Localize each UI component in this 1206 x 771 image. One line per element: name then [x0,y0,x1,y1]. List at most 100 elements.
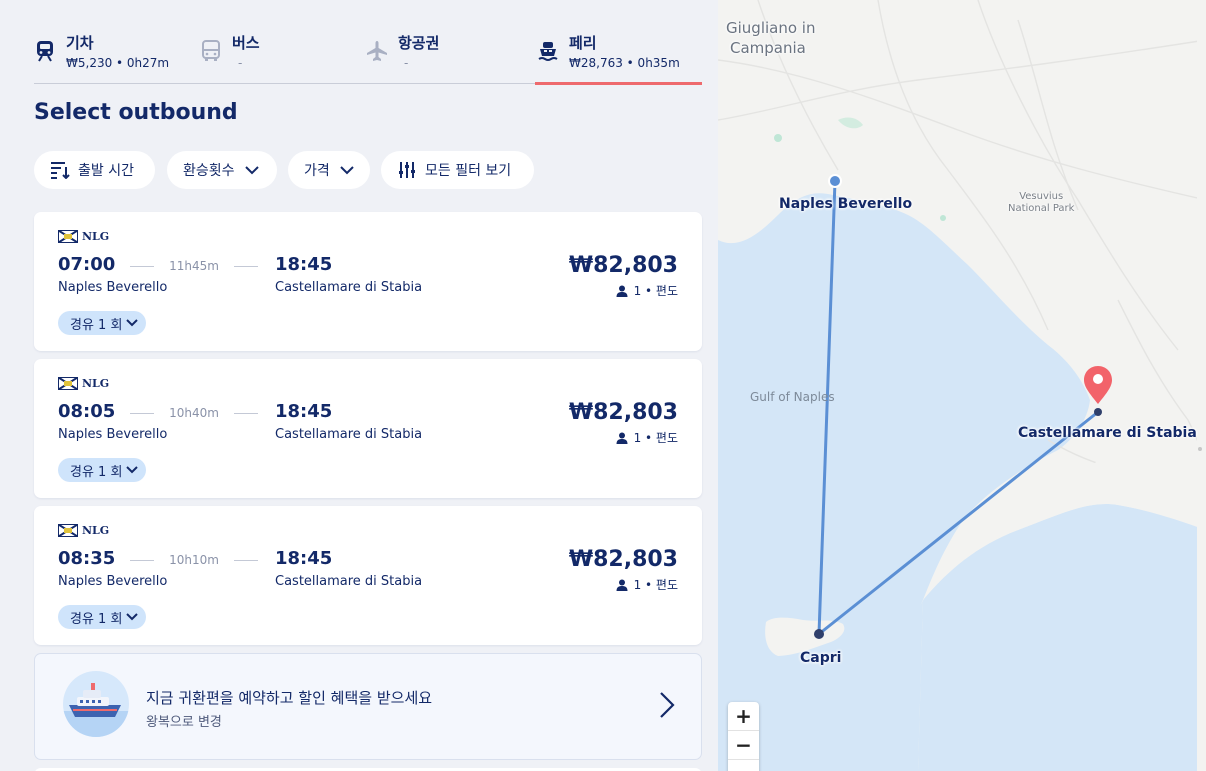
divider [234,560,258,561]
operator-logo-icon [58,229,78,243]
tab-label: 항공권 [398,34,440,52]
duration: 10h10m [169,553,219,567]
promo-subtitle: 왕복으로 변경 [146,715,222,730]
chevron-down-icon [340,163,354,177]
divider [234,413,258,414]
capri-stop-marker [814,629,824,639]
zoom-out-button[interactable]: − [728,731,759,760]
operator-logo-icon [58,523,78,537]
transport-tabs: 기차 ₩5,230 • 0h27m 버스 - 항공권 - 페리 ₩28,763 … [34,26,702,85]
tab-label: 페리 [569,34,597,52]
tab-bus[interactable]: 버스 - [200,26,366,84]
tab-summary: ₩5,230 • 0h27m [66,56,170,70]
map-label-line: Giugliano in [726,19,816,37]
duration: 10h40m [169,406,219,420]
origin-station: Naples Beverello [58,280,168,295]
stops-label: 경유 1 회 [70,317,123,333]
duration: 11h45m [169,259,219,273]
divider [234,266,258,267]
origin-station: Naples Beverello [58,427,168,442]
zoom-in-button[interactable]: + [728,702,759,731]
destination-station: Castellamare di Stabia [275,280,423,295]
map-label-castellamare: Castellamare di Stabia [1018,425,1197,441]
zoom-controls: + − ▲ [728,702,759,771]
tab-plane[interactable]: 항공권 - [366,26,534,84]
operator-name: NLG [82,229,110,243]
divider [130,266,154,267]
passenger-info: 1 • 편도 [616,429,678,446]
destination-station: Castellamare di Stabia [275,427,423,442]
price: ₩82,803 [568,547,678,572]
naples-stop-marker [828,174,842,188]
tab-summary: - [238,56,243,70]
tab-label: 버스 [232,34,260,52]
chevron-down-icon [126,464,139,476]
map-label-giugliano: Giugliano in Campania [726,18,815,58]
castellamare-stop-marker [1094,408,1102,416]
transfers-filter[interactable]: 환승횟수 [167,151,277,189]
sea-area [918,504,1206,771]
destination-station: Castellamare di Stabia [275,574,423,589]
tab-label: 기차 [66,34,94,52]
tab-ferry[interactable]: 페리 ₩28,763 • 0h35m [535,26,702,85]
sort-icon [50,160,70,180]
filter-label: 가격 [304,163,330,179]
ferry-illustration [63,671,129,737]
result-card[interactable]: NLG 07:00 11h45m 18:45 Naples Beverello … [34,212,702,351]
route-map[interactable]: Giugliano in Campania Naples Beverello V… [718,0,1206,771]
operator-name: NLG [82,523,110,537]
filter-label: 환승횟수 [183,163,235,179]
result-card[interactable]: NLG 08:05 10h40m 18:45 Naples Beverello … [34,359,702,498]
train-icon [34,40,56,62]
map-label-line: Campania [730,39,806,57]
plane-icon [366,40,388,62]
sliders-icon [397,160,417,180]
stops-badge[interactable]: 경유 1 회 [58,311,147,335]
filter-label: 모든 필터 보기 [425,163,512,179]
person-icon [616,579,628,591]
park-area [838,117,863,129]
stops-label: 경유 1 회 [70,464,123,480]
stops-badge[interactable]: 경유 1 회 [58,458,147,482]
map-label-line: Vesuvius [1019,191,1064,202]
stops-badge[interactable]: 경유 1 회 [58,605,147,629]
page-title: Select outbound [34,100,238,125]
operator-name: NLG [82,376,110,390]
arrival-time: 18:45 [275,548,333,569]
all-filters-button[interactable]: 모든 필터 보기 [381,151,534,189]
chevron-right-icon[interactable] [657,690,677,720]
filter-label: 출발 시간 [78,163,134,179]
departure-time: 07:00 [58,254,116,275]
stops-label: 경유 1 회 [70,611,123,627]
passenger-label: 1 • 편도 [633,431,678,445]
operator-logo-icon [58,376,78,390]
arrival-time: 18:45 [275,254,333,275]
departure-time: 08:35 [58,548,116,569]
person-icon [616,285,628,297]
departure-time-filter[interactable]: 출발 시간 [34,151,155,189]
person-icon [616,432,628,444]
compass-icon[interactable]: ▲ [728,760,759,771]
price: ₩82,803 [568,400,678,425]
passenger-info: 1 • 편도 [616,282,678,299]
result-card[interactable]: NLG 08:35 10h10m 18:45 Naples Beverello … [34,506,702,645]
bus-icon [200,40,222,62]
passenger-info: 1 • 편도 [616,576,678,593]
price: ₩82,803 [568,253,678,278]
tab-train[interactable]: 기차 ₩5,230 • 0h27m [34,26,200,84]
chevron-down-icon [244,163,259,177]
results-panel: 기차 ₩5,230 • 0h27m 버스 - 항공권 - 페리 ₩28,763 … [0,0,718,771]
passenger-label: 1 • 편도 [633,578,678,592]
price-filter[interactable]: 가격 [288,151,370,189]
operator: NLG [58,522,109,538]
map-canvas [718,0,1206,771]
map-label-naples: Naples Beverello [779,196,913,212]
map-label-gulf: Gulf of Naples [750,390,835,404]
passenger-label: 1 • 편도 [633,284,678,298]
origin-station: Naples Beverello [58,574,168,589]
map-label-vesuvius: Vesuvius National Park [1008,191,1074,215]
arrival-time: 18:45 [275,401,333,422]
chevron-down-icon [126,611,139,623]
return-trip-promo[interactable]: 지금 귀환편을 예약하고 할인 혜택을 받으세요 왕복으로 변경 [34,653,702,760]
chevron-down-icon [126,317,139,329]
